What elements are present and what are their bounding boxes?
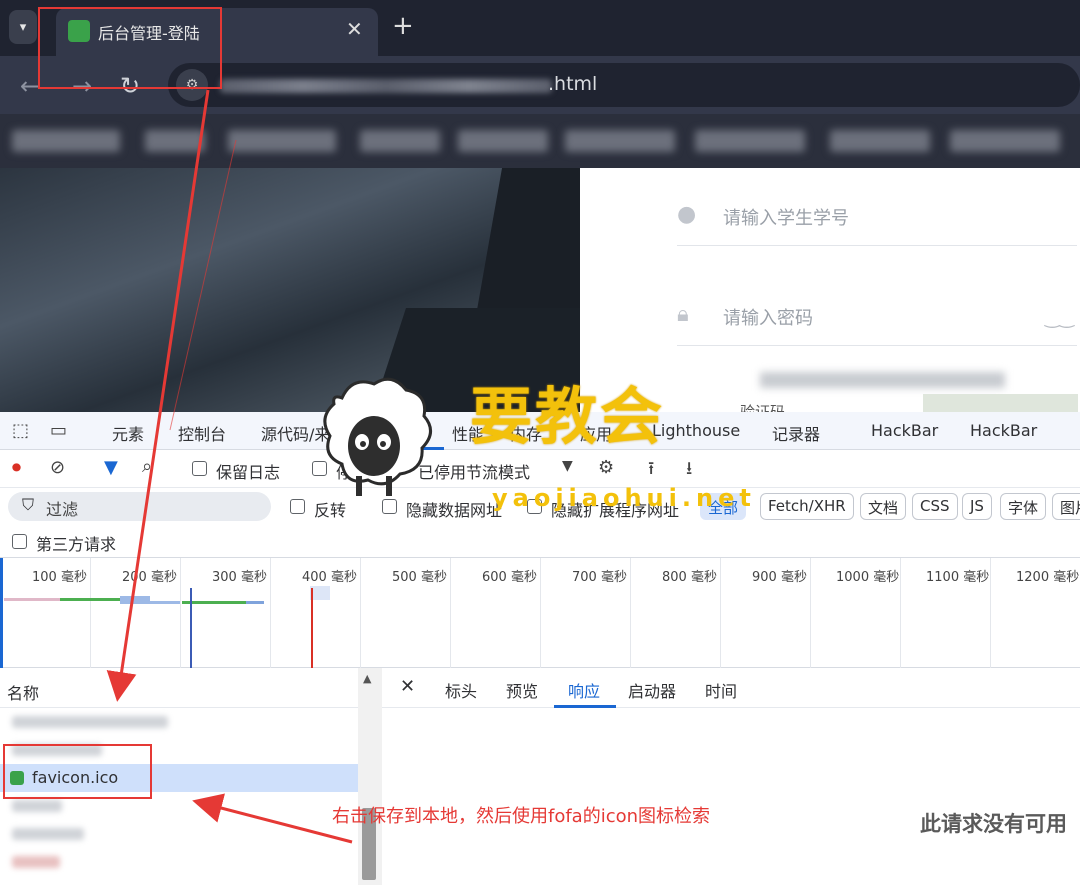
sheep-logo-icon bbox=[323, 377, 432, 496]
annotation-note: 右击保存到本地，然后使用fofa的icon图标检索 bbox=[332, 806, 711, 827]
watermark-url: yaojiaohui.net bbox=[492, 484, 756, 512]
watermark-title: 要教会 bbox=[470, 380, 666, 453]
arrow-tab-to-favicon bbox=[106, 89, 210, 702]
arrow-note-to-favicon bbox=[192, 793, 353, 844]
